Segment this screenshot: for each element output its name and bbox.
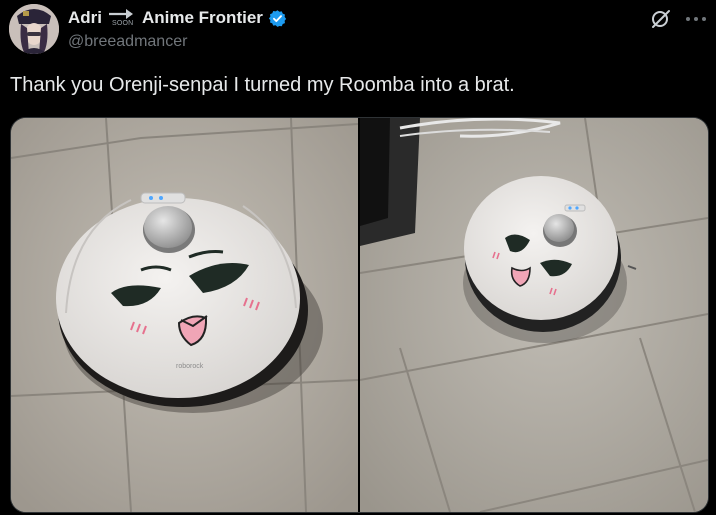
brand-label: roborock [176,363,204,370]
media-grid: roborock [10,117,709,513]
tweet-text: Thank you Orenji-senpai I turned my Room… [10,74,515,96]
author-line: Adri SOON Anime Frontier [68,7,287,29]
arrow-badge: SOON [106,7,140,29]
grok-icon[interactable] [650,8,672,30]
author-name-suffix[interactable]: Anime Frontier [142,8,263,28]
verified-badge-icon [268,9,287,28]
avatar[interactable] [9,4,59,54]
author-handle[interactable]: @breeadmancer [68,33,187,51]
photo-right[interactable] [360,118,708,512]
more-icon[interactable] [683,8,709,30]
photo-left[interactable]: roborock [11,118,358,512]
soon-label: SOON [112,20,134,27]
arrow-right-icon [109,9,133,19]
author-name[interactable]: Adri [68,8,102,28]
